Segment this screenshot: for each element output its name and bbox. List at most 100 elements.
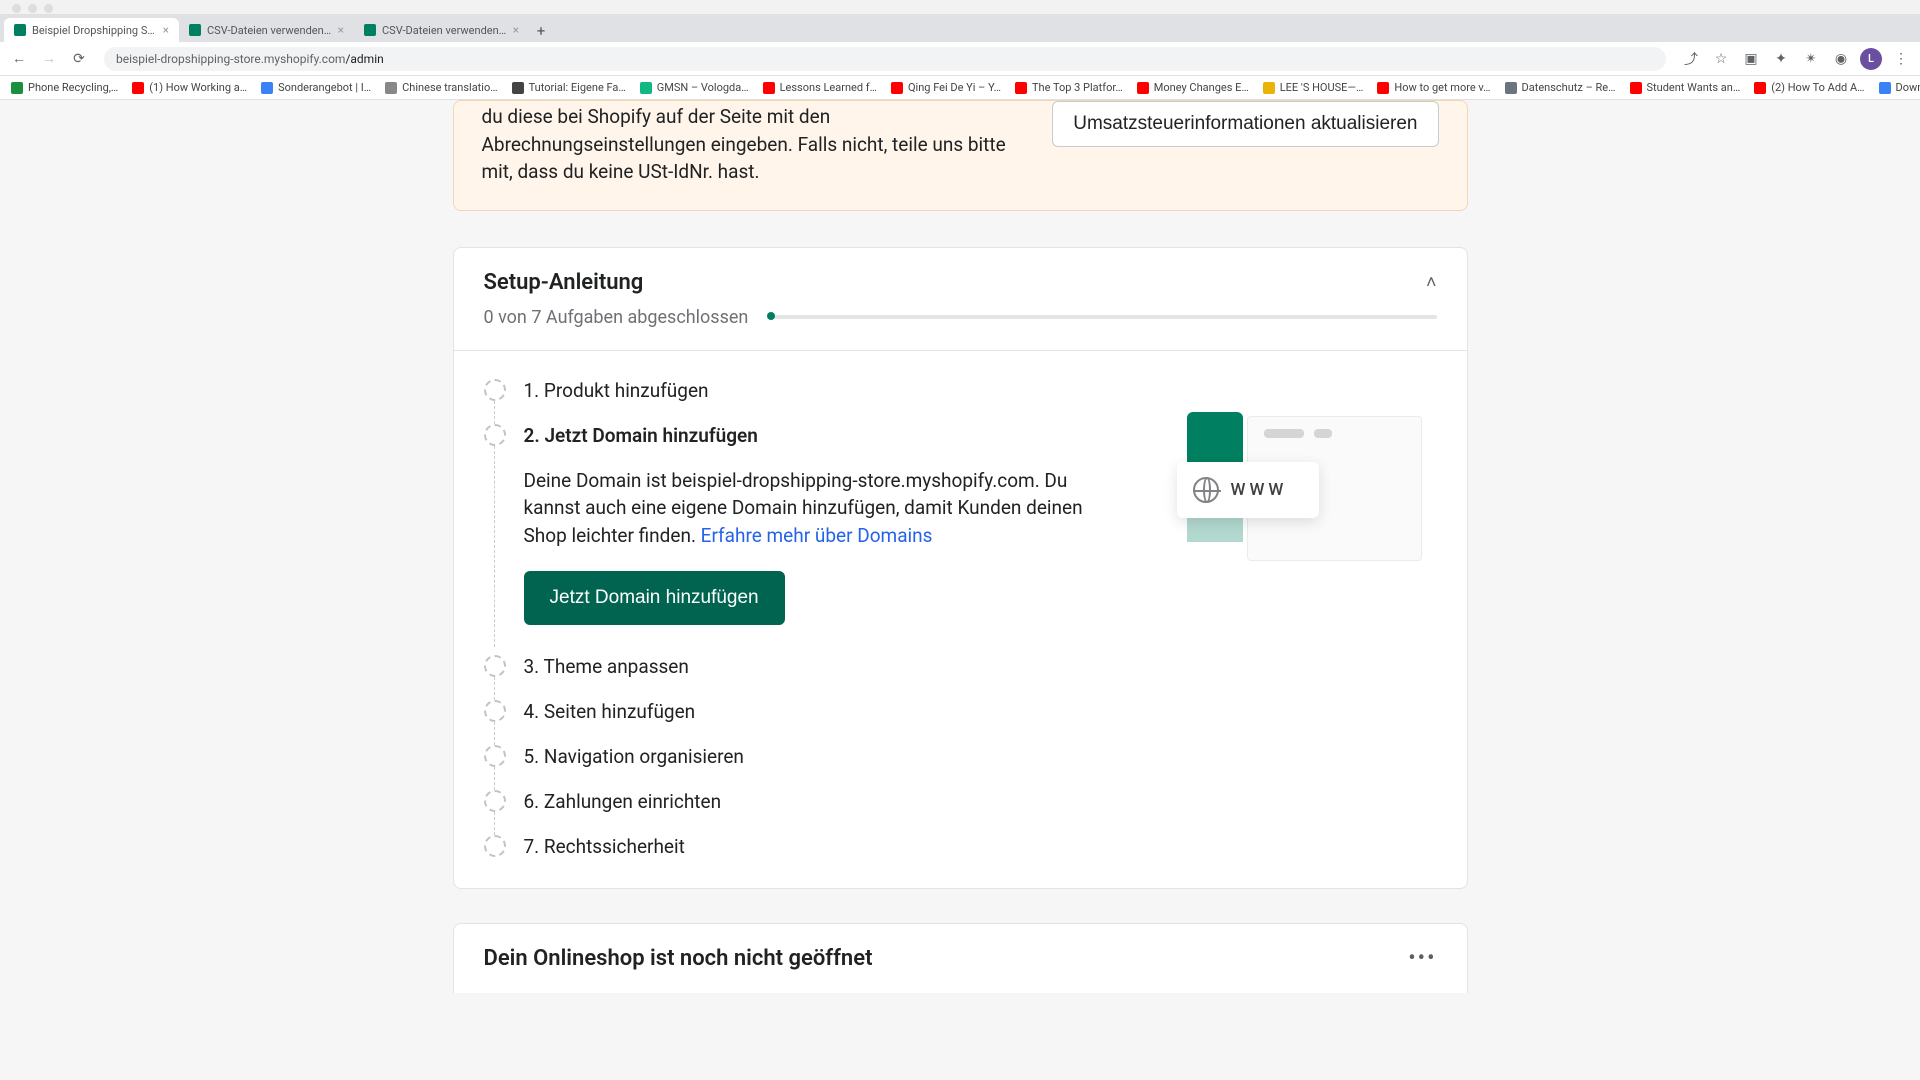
star-icon[interactable]: ☆	[1710, 48, 1732, 70]
bookmark-item[interactable]: Phone Recycling,…	[6, 81, 123, 94]
mac-minimize-dot[interactable]	[28, 4, 37, 13]
setup-step-5[interactable]: 5. Navigation organisieren	[484, 743, 1437, 768]
bookmark-label: GMSN – Vologda…	[657, 81, 749, 94]
setup-guide-title: Setup-Anleitung	[484, 270, 644, 295]
bookmark-label: Money Changes E…	[1154, 81, 1249, 94]
shopify-favicon-icon	[189, 24, 201, 36]
bookmark-favicon-icon	[763, 82, 775, 94]
bookmark-item[interactable]: Lessons Learned f…	[758, 81, 882, 94]
kebab-menu-icon[interactable]: •••	[1408, 946, 1436, 971]
bookmark-item[interactable]: GMSN – Vologda…	[635, 81, 754, 94]
back-icon[interactable]: ←	[8, 48, 30, 70]
window-controls	[0, 0, 1920, 14]
bookmark-favicon-icon	[132, 82, 144, 94]
bookmark-favicon-icon	[512, 82, 524, 94]
bookmark-label: (2) How To Add A…	[1771, 81, 1864, 94]
shop-status-title: Dein Onlineshop ist noch nicht geöffnet	[484, 946, 873, 971]
step-description: Deine Domain ist beispiel-dropshipping-s…	[524, 467, 1084, 550]
bookmark-item[interactable]: Money Changes E…	[1132, 81, 1254, 94]
bookmark-favicon-icon	[1630, 82, 1642, 94]
bookmark-favicon-icon	[1377, 82, 1389, 94]
tab-title: CSV-Dateien verwenden, um P…	[382, 24, 507, 37]
extension-icon[interactable]: ✦	[1770, 48, 1792, 70]
globe-icon	[1193, 477, 1219, 503]
tab-item-2[interactable]: CSV-Dateien verwenden, um P… ×	[354, 18, 529, 42]
chevron-up-icon[interactable]: ˄	[1426, 272, 1437, 293]
step-circle-icon	[484, 424, 506, 446]
new-tab-button[interactable]: +	[529, 20, 553, 42]
tab-close-icon[interactable]: ×	[163, 23, 169, 37]
step-title: 5. Navigation organisieren	[524, 743, 1437, 768]
bookmark-item[interactable]: Sonderangebot | I…	[256, 81, 376, 94]
url-bar[interactable]: beispiel-dropshipping-store.myshopify.co…	[104, 47, 1666, 71]
step-circle-icon	[484, 835, 506, 857]
forward-icon[interactable]: →	[38, 48, 60, 70]
bookmark-item[interactable]: Tutorial: Eigene Fa…	[507, 81, 631, 94]
shop-status-card: Dein Onlineshop ist noch nicht geöffnet …	[453, 923, 1468, 993]
url-path: /admin	[345, 52, 383, 66]
bookmark-label: Student Wants an…	[1647, 81, 1741, 94]
bookmark-item[interactable]: Student Wants an…	[1625, 81, 1746, 94]
bookmark-favicon-icon	[1879, 82, 1891, 94]
setup-step-2[interactable]: 2. Jetzt Domain hinzufügen Deine Domain …	[484, 422, 1437, 626]
bookmark-label: How to get more v…	[1394, 81, 1490, 94]
tab-close-icon[interactable]: ×	[513, 23, 519, 37]
setup-step-3[interactable]: 3. Theme anpassen	[484, 653, 1437, 678]
step-circle-icon	[484, 745, 506, 767]
bookmark-favicon-icon	[385, 82, 397, 94]
bookmark-favicon-icon	[640, 82, 652, 94]
tab-close-icon[interactable]: ×	[338, 23, 344, 37]
setup-step-4[interactable]: 4. Seiten hinzufügen	[484, 698, 1437, 723]
step-title: 6. Zahlungen einrichten	[524, 788, 1437, 813]
setup-progress-text: 0 von 7 Aufgaben abgeschlossen	[484, 307, 749, 328]
step-circle-icon	[484, 700, 506, 722]
tax-notice-text: du diese bei Shopify auf der Seite mit d…	[482, 101, 1012, 186]
update-vat-button[interactable]: Umsatzsteuerinformationen aktualisieren	[1052, 101, 1438, 147]
bookmark-label: Lessons Learned f…	[780, 81, 877, 94]
page-body: du diese bei Shopify auf der Seite mit d…	[0, 100, 1920, 1080]
add-domain-button[interactable]: Jetzt Domain hinzufügen	[524, 571, 785, 625]
bookmark-item[interactable]: Chinese translatio…	[380, 81, 502, 94]
profile-avatar[interactable]: L	[1860, 48, 1882, 70]
bookmark-item[interactable]: Datenschutz – Re…	[1500, 81, 1621, 94]
tab-title: CSV-Dateien verwenden, um P…	[207, 24, 332, 37]
camera-icon[interactable]: ▣	[1740, 48, 1762, 70]
bookmark-item[interactable]: Download – Cooki…	[1874, 81, 1920, 94]
mac-zoom-dot[interactable]	[44, 4, 53, 13]
mac-close-dot[interactable]	[12, 4, 21, 13]
setup-step-6[interactable]: 6. Zahlungen einrichten	[484, 788, 1437, 813]
step-title: 3. Theme anpassen	[524, 653, 1437, 678]
setup-step-7[interactable]: 7. Rechtssicherheit	[484, 833, 1437, 858]
bookmark-label: Tutorial: Eigene Fa…	[529, 81, 626, 94]
tab-title: Beispiel Dropshipping Store · H…	[32, 24, 157, 37]
setup-step-1[interactable]: 1. Produkt hinzufügen	[484, 377, 1437, 402]
bookmark-favicon-icon	[11, 82, 23, 94]
bookmark-label: Qing Fei De Yi – Y…	[908, 81, 1001, 94]
menu-icon[interactable]: ⋮	[1890, 48, 1912, 70]
progress-dot-icon	[767, 312, 775, 320]
bookmark-item[interactable]: (2) How To Add A…	[1749, 81, 1869, 94]
step-title: 4. Seiten hinzufügen	[524, 698, 1437, 723]
reload-icon[interactable]: ⟳	[68, 48, 90, 70]
account-icon[interactable]: ◉	[1830, 48, 1852, 70]
bookmark-label: Chinese translatio…	[402, 81, 497, 94]
tab-item-1[interactable]: CSV-Dateien verwenden, um P… ×	[179, 18, 354, 42]
bookmark-item[interactable]: How to get more v…	[1372, 81, 1495, 94]
bookmark-item[interactable]: LEE 'S HOUSE—…	[1258, 81, 1369, 94]
bookmark-label: Datenschutz – Re…	[1522, 81, 1616, 94]
bookmark-favicon-icon	[1137, 82, 1149, 94]
setup-guide-card: Setup-Anleitung ˄ 0 von 7 Aufgaben abges…	[453, 247, 1468, 890]
nav-bar: ← → ⟳ beispiel-dropshipping-store.myshop…	[0, 42, 1920, 76]
bookmark-item[interactable]: (1) How Working a…	[127, 81, 252, 94]
bookmark-favicon-icon	[1263, 82, 1275, 94]
learn-more-domains-link[interactable]: Erfahre mehr über Domains	[701, 524, 933, 547]
shopify-favicon-icon	[364, 24, 376, 36]
bookmark-item[interactable]: Qing Fei De Yi – Y…	[886, 81, 1006, 94]
tab-item-0[interactable]: Beispiel Dropshipping Store · H… ×	[4, 18, 179, 42]
setup-progress-bar	[768, 315, 1436, 319]
extensions-puzzle-icon[interactable]: ✴	[1800, 48, 1822, 70]
bookmark-label: (1) How Working a…	[149, 81, 247, 94]
share-icon[interactable]: ⤴	[1680, 48, 1702, 70]
step-title: 2. Jetzt Domain hinzufügen	[524, 422, 1137, 447]
bookmark-item[interactable]: The Top 3 Platfor…	[1010, 81, 1128, 94]
